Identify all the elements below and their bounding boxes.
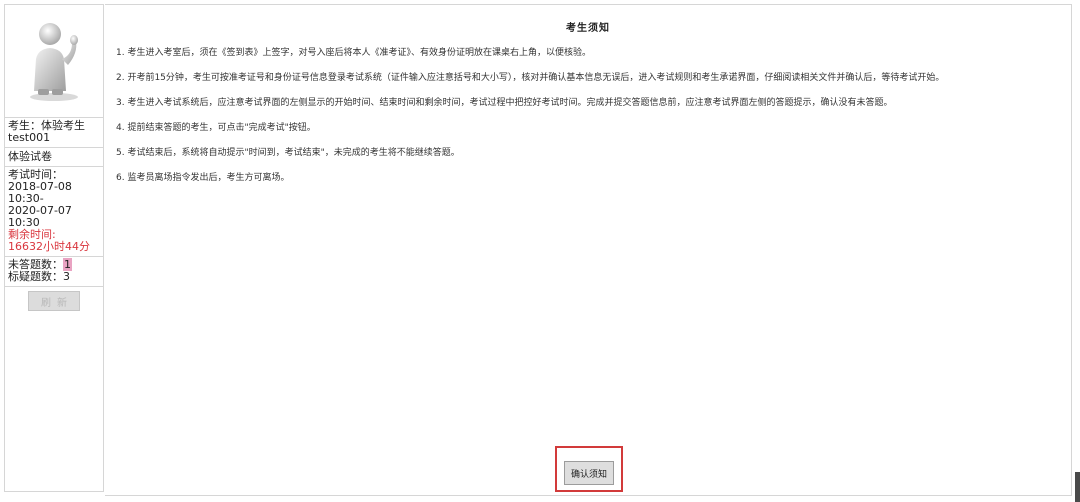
answer-stats: 未答题数：1 标疑题数：3 xyxy=(5,257,103,287)
exam-end-time: 2020-07-07 10:30 xyxy=(8,204,72,229)
exam-start-time: 2018-07-08 10:30- xyxy=(8,180,72,205)
notice-item: 4. 提前结束答题的考生，可点击"完成考试"按钮。 xyxy=(116,123,316,133)
remaining-time-value: 16632小时44分 xyxy=(8,240,90,253)
notice-list: 1. 考生进入考室后，须在《签到表》上签字，对号入座后将本人《准考证》、有效身份… xyxy=(116,47,1061,197)
refresh-wrap: 刷新 xyxy=(5,287,103,311)
avatar-panel xyxy=(5,5,103,118)
notice-item: 3. 考生进入考试系统后，应注意考试界面的左侧显示的开始时间、结束时间和剩余时间… xyxy=(116,98,893,108)
candidate-info: 考生：体验考生 test001 xyxy=(5,118,103,148)
refresh-button[interactable]: 刷新 xyxy=(28,291,80,311)
notice-panel: 考生须知 1. 考生进入考室后，须在《签到表》上签字，对号入座后将本人《准考证》… xyxy=(105,4,1072,496)
flagged-count-row: 标疑题数：3 xyxy=(8,271,101,283)
notice-item: 2. 开考前15分钟，考生可按准考证号和身份证号信息登录考试系统（证件输入应注意… xyxy=(116,73,945,83)
flagged-label: 标疑题数： xyxy=(8,270,63,283)
notice-item: 5. 考试结束后，系统将自动提示"时间到，考试结束"，未完成的考生将不能继续答题… xyxy=(116,148,460,158)
exam-time-info: 考试时间： 2018-07-08 10:30- 2020-07-07 10:30… xyxy=(5,167,103,257)
window-scroll-edge[interactable] xyxy=(1075,472,1080,502)
paper-name: 体验试卷 xyxy=(5,148,103,167)
confirm-notice-button[interactable]: 确认须知 xyxy=(564,461,614,485)
notice-title: 考生须知 xyxy=(566,23,610,34)
avatar xyxy=(30,23,78,101)
paper-name-text: 体验试卷 xyxy=(8,150,52,163)
notice-item: 6. 监考员离场指令发出后，考生方可离场。 xyxy=(116,173,290,183)
flagged-count: 3 xyxy=(63,270,70,283)
candidate-id: test001 xyxy=(8,131,51,144)
sidebar: 考生：体验考生 test001 体验试卷 考试时间： 2018-07-08 10… xyxy=(4,4,104,492)
notice-item: 1. 考生进入考室后，须在《签到表》上签字，对号入座后将本人《准考证》、有效身份… xyxy=(116,48,591,58)
